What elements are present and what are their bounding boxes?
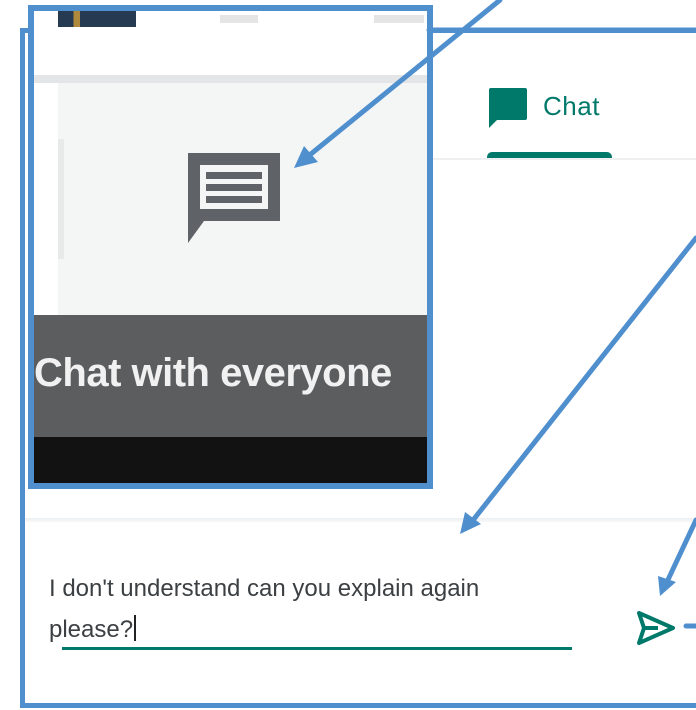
inset-edge — [58, 139, 64, 259]
inset-divider — [34, 75, 427, 83]
tab-chat[interactable]: Chat — [487, 88, 612, 160]
send-button[interactable] — [632, 608, 678, 648]
zoom-inset: Chat with everyone — [28, 5, 433, 489]
inset-blur-mark — [374, 15, 424, 23]
compose-divider — [25, 518, 696, 522]
inset-caption: Chat with everyone — [34, 351, 392, 395]
message-text: I don't understand can you explain again… — [49, 575, 480, 643]
message-input[interactable]: I don't understand can you explain again… — [49, 568, 569, 650]
header-divider — [430, 158, 696, 160]
inset-blur-mark — [220, 15, 258, 23]
text-cursor — [134, 615, 137, 641]
input-focus-underline — [62, 647, 572, 650]
send-icon — [637, 611, 675, 645]
inset-thumbnail — [58, 11, 136, 27]
chat-message-icon[interactable] — [182, 147, 286, 251]
chat-bubble-icon — [489, 88, 527, 128]
inset-black-bar — [34, 437, 427, 483]
tab-chat-label: Chat — [543, 91, 600, 121]
